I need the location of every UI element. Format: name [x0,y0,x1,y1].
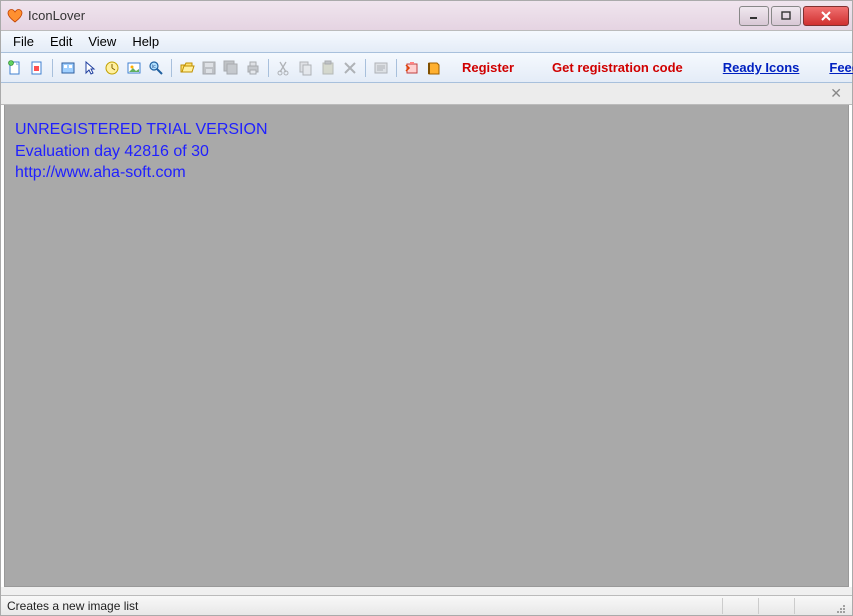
minimize-button[interactable] [739,6,769,26]
status-cell [758,598,794,614]
trial-line-2: Evaluation day 42816 of 30 [15,141,268,163]
save-all-icon [221,58,241,78]
menu-view[interactable]: View [80,32,124,51]
wizard-icon[interactable] [402,58,422,78]
ready-icons-link[interactable]: Ready Icons [715,60,808,75]
delete-icon [340,58,360,78]
help-book-icon[interactable] [424,58,444,78]
new-cursor-icon[interactable] [80,58,100,78]
feedback-link[interactable]: Feedbac [821,60,853,75]
content-area: UNREGISTERED TRIAL VERSION Evaluation da… [4,105,849,587]
open-folder-icon[interactable] [177,58,197,78]
maximize-button[interactable] [771,6,801,26]
properties-icon [371,58,391,78]
window-title: IconLover [28,8,739,23]
cut-icon [274,58,294,78]
resize-grip-icon[interactable] [830,598,846,614]
tab-strip: ✕ [1,83,852,105]
get-registration-code-link[interactable]: Get registration code [544,60,691,75]
status-bar: Creates a new image list [1,595,852,615]
status-cell [722,598,758,614]
app-icon [7,8,23,24]
trial-line-1: UNREGISTERED TRIAL VERSION [15,119,268,141]
menu-edit[interactable]: Edit [42,32,80,51]
app-window: IconLover File Edit View Help [0,0,853,616]
close-tab-icon[interactable]: ✕ [826,85,846,102]
image-icon[interactable] [124,58,144,78]
trial-notice: UNREGISTERED TRIAL VERSION Evaluation da… [15,119,268,184]
close-button[interactable] [803,6,849,26]
register-link[interactable]: Register [454,60,522,75]
svg-text:ic: ic [152,64,156,70]
save-icon [199,58,219,78]
toolbar: ic [1,53,852,83]
search-icon[interactable]: ic [146,58,166,78]
menu-help[interactable]: Help [124,32,167,51]
clock-icon[interactable] [102,58,122,78]
new-library-icon[interactable] [58,58,78,78]
trial-line-3: http://www.aha-soft.com [15,162,268,184]
status-cell [794,598,830,614]
menu-file[interactable]: File [5,32,42,51]
paste-icon [318,58,338,78]
new-image-list-icon[interactable] [5,58,25,78]
menubar: File Edit View Help [1,31,852,53]
copy-icon [296,58,316,78]
print-icon [243,58,263,78]
status-text: Creates a new image list [7,599,722,613]
titlebar: IconLover [1,1,852,31]
new-icon-icon[interactable] [27,58,47,78]
